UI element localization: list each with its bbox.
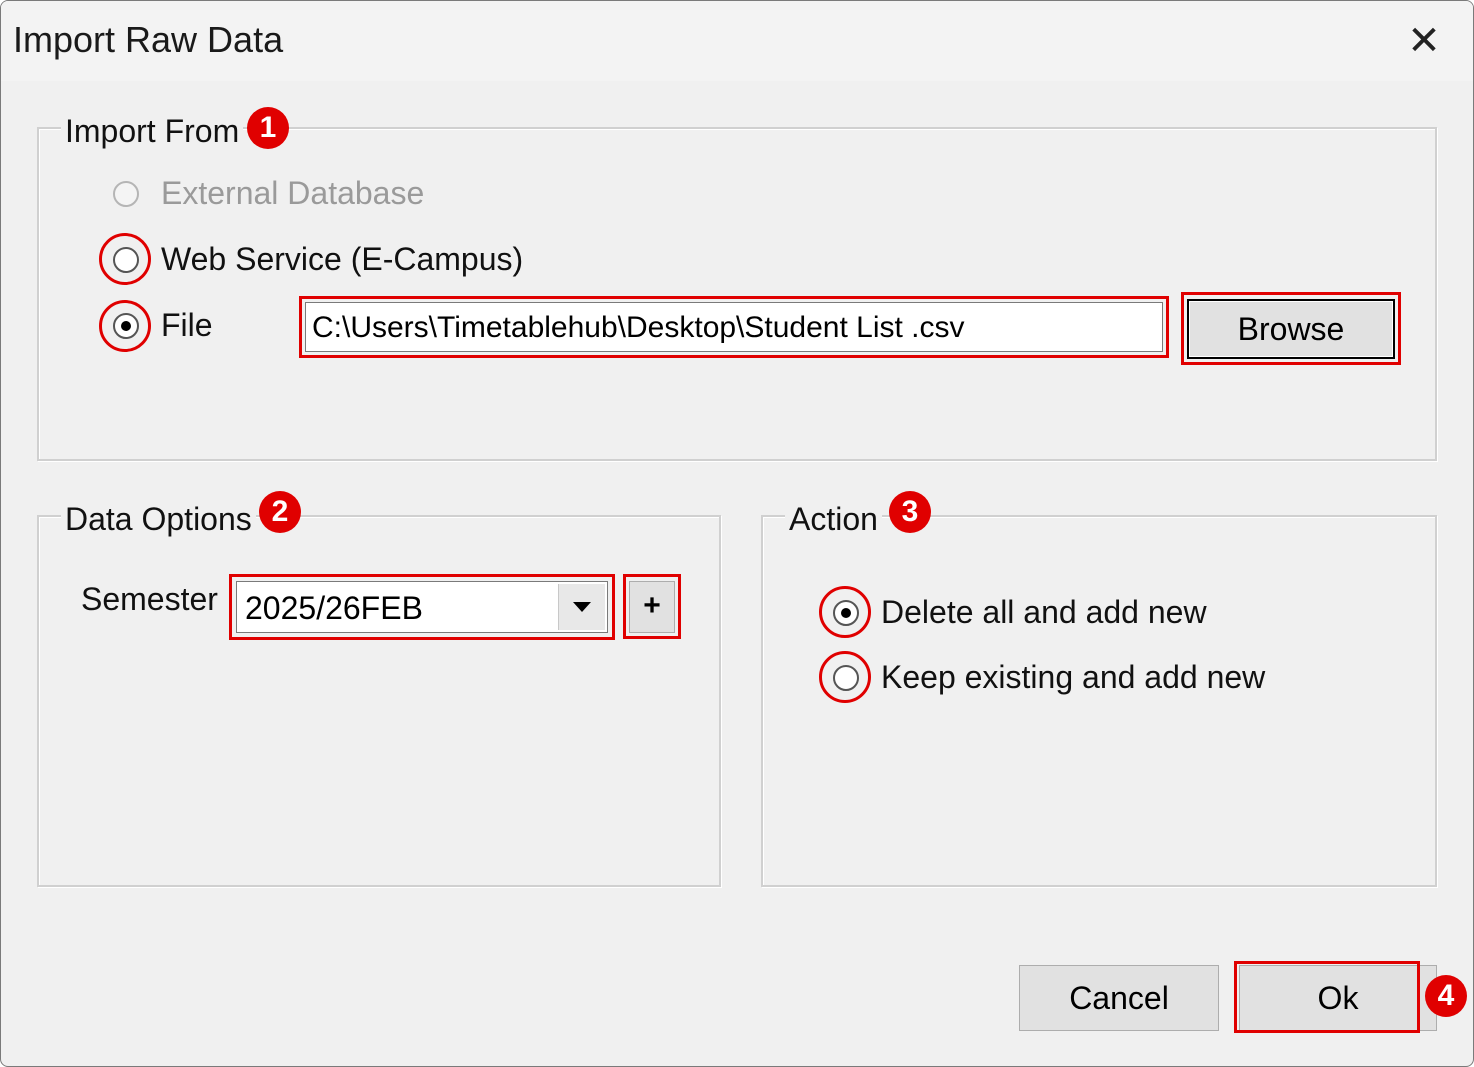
step-badge-4: 4 (1425, 975, 1467, 1017)
close-icon[interactable]: ✕ (1399, 19, 1449, 63)
radio-label: Delete all and add new (881, 594, 1207, 630)
step-badge-1: 1 (247, 107, 289, 149)
semester-value: 2025/26FEB (245, 590, 423, 626)
radio-label: External Database (161, 175, 425, 211)
radio-keep-existing[interactable]: Keep existing and add new (833, 659, 1265, 696)
step-badge-3: 3 (889, 491, 931, 533)
radio-button[interactable] (113, 246, 139, 273)
radio-label: File (161, 307, 213, 343)
title-bar: Import Raw Data ✕ (1, 1, 1473, 81)
action-group (761, 515, 1437, 887)
radio-button[interactable] (833, 664, 859, 691)
cancel-button[interactable]: Cancel (1019, 965, 1219, 1031)
data-options-group (37, 515, 721, 887)
radio-label: Web Service (E-Campus) (161, 241, 524, 277)
radio-external-database: External Database (113, 175, 424, 212)
import-raw-data-dialog: Import Raw Data ✕ Import From 1 External… (0, 0, 1474, 1067)
radio-label: Keep existing and add new (881, 659, 1266, 695)
radio-button (113, 180, 139, 207)
radio-button[interactable] (833, 599, 859, 626)
file-path-field[interactable]: C:\Users\Timetablehub\Desktop\Student Li… (305, 302, 1163, 352)
radio-delete-all[interactable]: Delete all and add new (833, 594, 1207, 631)
browse-button[interactable]: Browse (1187, 299, 1395, 359)
highlight-ok (1234, 961, 1420, 1033)
import-from-legend: Import From (61, 113, 244, 150)
radio-file[interactable]: File (113, 307, 213, 344)
radio-web-service[interactable]: Web Service (E-Campus) (113, 241, 523, 278)
semester-label: Semester (81, 581, 218, 617)
action-legend: Action (785, 501, 882, 538)
semester-dropdown[interactable]: 2025/26FEB (236, 581, 608, 633)
window-title: Import Raw Data (13, 19, 284, 60)
step-badge-2: 2 (259, 491, 301, 533)
chevron-down-icon[interactable] (558, 584, 605, 630)
add-semester-button[interactable]: + (629, 581, 675, 633)
radio-button[interactable] (113, 312, 139, 339)
data-options-legend: Data Options (61, 501, 256, 538)
